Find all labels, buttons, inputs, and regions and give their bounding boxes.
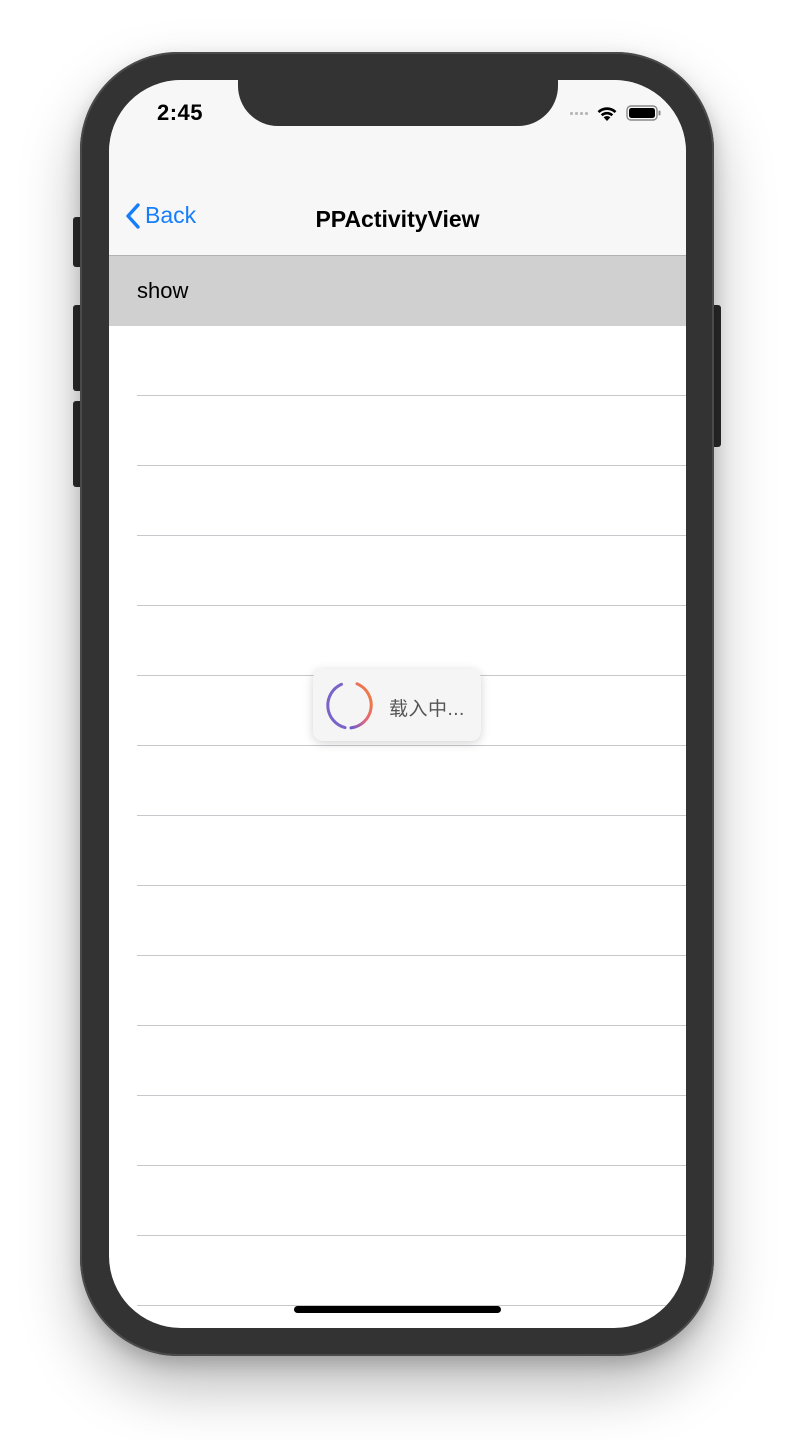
table-row[interactable] bbox=[109, 466, 686, 536]
table-row[interactable] bbox=[109, 816, 686, 886]
page-title: PPActivityView bbox=[315, 206, 480, 232]
navigation-bar: Back PPActivityView bbox=[109, 168, 686, 256]
battery-icon bbox=[626, 105, 661, 121]
loading-text: 载入中... bbox=[389, 699, 465, 720]
loading-spinner-icon bbox=[326, 682, 373, 730]
loading-hud: 载入中... bbox=[313, 669, 481, 741]
signal-icon bbox=[570, 111, 588, 115]
table-row[interactable] bbox=[109, 886, 686, 956]
table-row-label: show bbox=[137, 278, 189, 303]
phone-screen: 2:45 Back PPActivityView show 载入中... bbox=[109, 80, 686, 1328]
table-row[interactable]: show bbox=[109, 256, 686, 326]
table-row[interactable] bbox=[109, 326, 686, 396]
table-row[interactable] bbox=[109, 396, 686, 466]
home-indicator[interactable] bbox=[294, 1306, 501, 1313]
table-row[interactable] bbox=[109, 1236, 686, 1306]
table-row[interactable] bbox=[109, 536, 686, 606]
table-view[interactable]: show bbox=[109, 256, 686, 1328]
table-row[interactable] bbox=[109, 1026, 686, 1096]
table-row[interactable] bbox=[109, 746, 686, 816]
simulator-stage: 2:45 Back PPActivityView show 载入中... bbox=[0, 0, 794, 1440]
table-row[interactable] bbox=[109, 606, 686, 676]
table-row[interactable] bbox=[109, 956, 686, 1026]
wifi-icon bbox=[597, 107, 617, 121]
table-row[interactable] bbox=[109, 1096, 686, 1166]
status-time: 2:45 bbox=[157, 100, 204, 125]
phone-frame: 2:45 Back PPActivityView show 载入中... bbox=[80, 52, 714, 1356]
table-row[interactable] bbox=[109, 1166, 686, 1236]
status-icons bbox=[570, 104, 662, 122]
notch bbox=[238, 80, 558, 126]
